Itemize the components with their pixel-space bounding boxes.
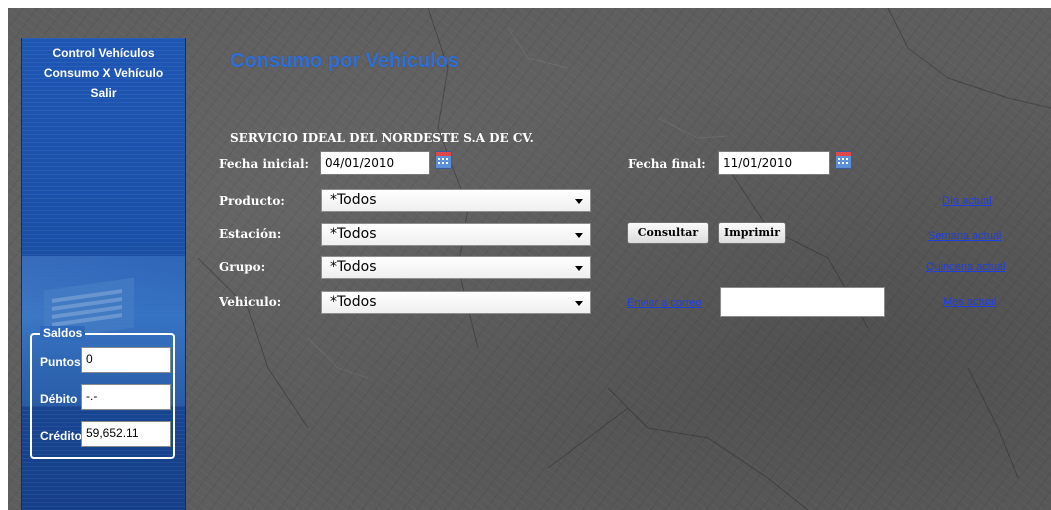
consultar-button[interactable]: Consultar	[627, 222, 709, 244]
chevron-down-icon	[575, 266, 583, 271]
producto-select[interactable]: *Todos	[321, 189, 591, 212]
vehiculo-select-value: *Todos	[330, 294, 377, 310]
credito-field: 59,652.11	[81, 421, 171, 447]
semana-actual-link[interactable]: Semana actual	[928, 230, 1001, 242]
estacion-label: Estación:	[219, 227, 282, 241]
grupo-select[interactable]: *Todos	[321, 256, 591, 279]
chevron-down-icon	[575, 233, 583, 238]
chevron-down-icon	[575, 301, 583, 306]
fecha-final-input[interactable]: 11/01/2010	[718, 151, 830, 175]
saldos-panel: Saldos Puntos 0 Débito -.- Crédito 59,65…	[30, 326, 175, 459]
debito-field: -.-	[81, 384, 171, 410]
email-input[interactable]	[720, 287, 885, 317]
estacion-select[interactable]: *Todos	[321, 223, 591, 246]
producto-label: Producto:	[219, 194, 285, 208]
vehiculo-label: Vehiculo:	[219, 295, 282, 309]
puntos-label: Puntos	[40, 355, 81, 369]
puntos-field: 0	[81, 347, 171, 373]
mes-actual-link[interactable]: Mes actual	[943, 296, 996, 308]
credito-label: Crédito	[40, 429, 82, 443]
grupo-label: Grupo:	[219, 260, 266, 274]
saldos-legend: Saldos	[40, 326, 86, 340]
menu-control-vehiculos[interactable]: Control Vehículos	[22, 46, 185, 60]
company-name: SERVICIO IDEAL DEL NORDESTE S.A DE CV.	[230, 131, 534, 145]
menu-salir[interactable]: Salir	[22, 86, 185, 100]
grupo-select-value: *Todos	[330, 259, 377, 275]
vehiculo-select[interactable]: *Todos	[321, 291, 591, 314]
fecha-final-label: Fecha final:	[628, 157, 706, 171]
menu-consumo-x-vehiculo[interactable]: Consumo X Vehículo	[22, 66, 185, 80]
enviar-correo-link[interactable]: Enviar a correo	[627, 297, 702, 309]
page-frame: Control Vehículos Consumo X Vehículo Sal…	[8, 8, 1051, 510]
chevron-down-icon	[575, 199, 583, 204]
estacion-select-value: *Todos	[330, 226, 377, 242]
sidebar: Control Vehículos Consumo X Vehículo Sal…	[21, 38, 186, 510]
producto-select-value: *Todos	[330, 192, 377, 208]
quincena-actual-link[interactable]: Quincena actual	[926, 261, 1006, 273]
imprimir-button[interactable]: Imprimir	[718, 222, 786, 244]
fecha-inicial-input[interactable]: 04/01/2010	[320, 151, 430, 175]
page-title: Consumo por Vehículos	[230, 50, 459, 72]
fecha-inicial-label: Fecha inicial:	[219, 157, 309, 171]
calendar-icon[interactable]	[835, 151, 852, 169]
calendar-icon[interactable]	[435, 151, 452, 169]
debito-label: Débito	[40, 392, 78, 406]
dia-actual-link[interactable]: Día actual	[942, 195, 992, 207]
